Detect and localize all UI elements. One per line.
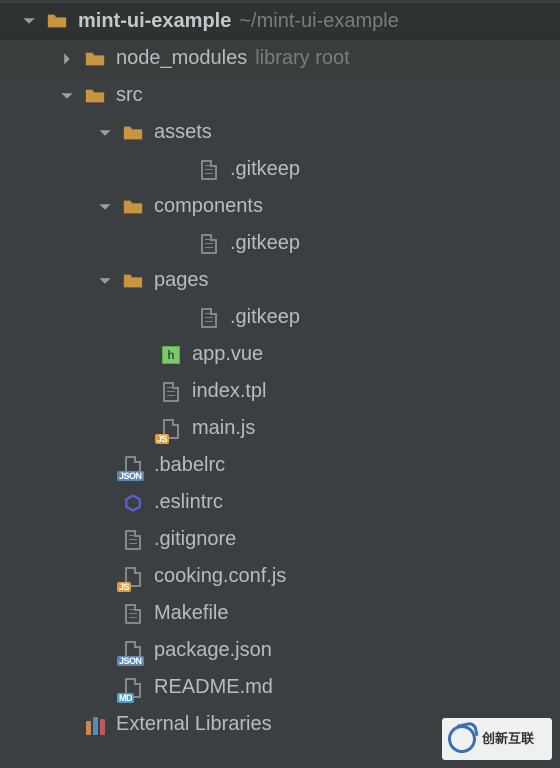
file-icon — [120, 601, 146, 627]
item-label: .gitkeep — [230, 306, 300, 329]
item-label: package.json — [154, 639, 272, 662]
tree-item-src[interactable]: src — [0, 77, 560, 114]
project-path: ~/mint-ui-example — [239, 10, 399, 33]
project-name: mint-ui-example — [78, 10, 231, 33]
item-label: main.js — [192, 417, 255, 440]
tree-item-eslintrc[interactable]: .eslintrc — [0, 484, 560, 521]
md-file-icon: MD — [120, 675, 146, 701]
item-label: .eslintrc — [154, 491, 223, 514]
item-label: .gitkeep — [230, 158, 300, 181]
eslint-icon — [120, 490, 146, 516]
watermark: 创新互联 — [442, 718, 552, 760]
tree-item-gitkeep[interactable]: .gitkeep — [0, 299, 560, 336]
chevron-down-icon[interactable] — [14, 14, 44, 28]
folder-icon — [82, 83, 108, 109]
tree-item-main-js[interactable]: JS main.js — [0, 410, 560, 447]
item-label: assets — [154, 121, 212, 144]
tree-item-app-vue[interactable]: h app.vue — [0, 336, 560, 373]
tree-item-readme[interactable]: MD README.md — [0, 669, 560, 706]
file-icon — [196, 157, 222, 183]
tree-item-assets[interactable]: assets — [0, 114, 560, 151]
tree-item-cooking-conf[interactable]: JS cooking.conf.js — [0, 558, 560, 595]
js-file-icon: JS — [158, 416, 184, 442]
json-file-icon: JSON — [120, 453, 146, 479]
chevron-right-icon[interactable] — [52, 52, 82, 66]
tree-item-gitkeep[interactable]: .gitkeep — [0, 151, 560, 188]
folder-icon — [44, 8, 70, 34]
item-label: .babelrc — [154, 454, 225, 477]
item-label: cooking.conf.js — [154, 565, 286, 588]
library-root-tag: library root — [255, 47, 349, 70]
chevron-down-icon[interactable] — [90, 126, 120, 140]
item-label: pages — [154, 269, 209, 292]
tree-item-components[interactable]: components — [0, 188, 560, 225]
tree-item-babelrc[interactable]: JSON .babelrc — [0, 447, 560, 484]
tree-item-pages[interactable]: pages — [0, 262, 560, 299]
item-label: README.md — [154, 676, 273, 699]
folder-icon — [82, 46, 108, 72]
chevron-down-icon[interactable] — [90, 200, 120, 214]
watermark-logo-icon — [445, 722, 478, 755]
vue-file-icon: h — [158, 342, 184, 368]
file-icon — [196, 231, 222, 257]
tree-item-gitkeep[interactable]: .gitkeep — [0, 225, 560, 262]
item-label: Makefile — [154, 602, 228, 625]
item-label: .gitkeep — [230, 232, 300, 255]
item-label: index.tpl — [192, 380, 267, 403]
tree-item-root[interactable]: mint-ui-example ~/mint-ui-example — [0, 3, 560, 40]
tree-item-makefile[interactable]: Makefile — [0, 595, 560, 632]
item-label: app.vue — [192, 343, 263, 366]
library-icon — [82, 712, 108, 738]
item-label: External Libraries — [116, 713, 272, 736]
item-label: src — [116, 84, 143, 107]
tree-item-package-json[interactable]: JSON package.json — [0, 632, 560, 669]
item-label: .gitignore — [154, 528, 236, 551]
tree-item-node-modules[interactable]: node_modules library root — [0, 40, 560, 77]
chevron-down-icon[interactable] — [90, 274, 120, 288]
item-label: node_modules — [116, 47, 247, 70]
project-tree: mint-ui-example ~/mint-ui-example node_m… — [0, 0, 560, 743]
json-file-icon: JSON — [120, 638, 146, 664]
watermark-text: 创新互联 — [482, 732, 534, 746]
tree-item-gitignore[interactable]: .gitignore — [0, 521, 560, 558]
folder-icon — [120, 120, 146, 146]
js-file-icon: JS — [120, 564, 146, 590]
chevron-down-icon[interactable] — [52, 89, 82, 103]
file-icon — [196, 305, 222, 331]
item-label: components — [154, 195, 263, 218]
folder-icon — [120, 268, 146, 294]
file-icon — [120, 527, 146, 553]
file-icon — [158, 379, 184, 405]
folder-icon — [120, 194, 146, 220]
tree-item-index-tpl[interactable]: index.tpl — [0, 373, 560, 410]
